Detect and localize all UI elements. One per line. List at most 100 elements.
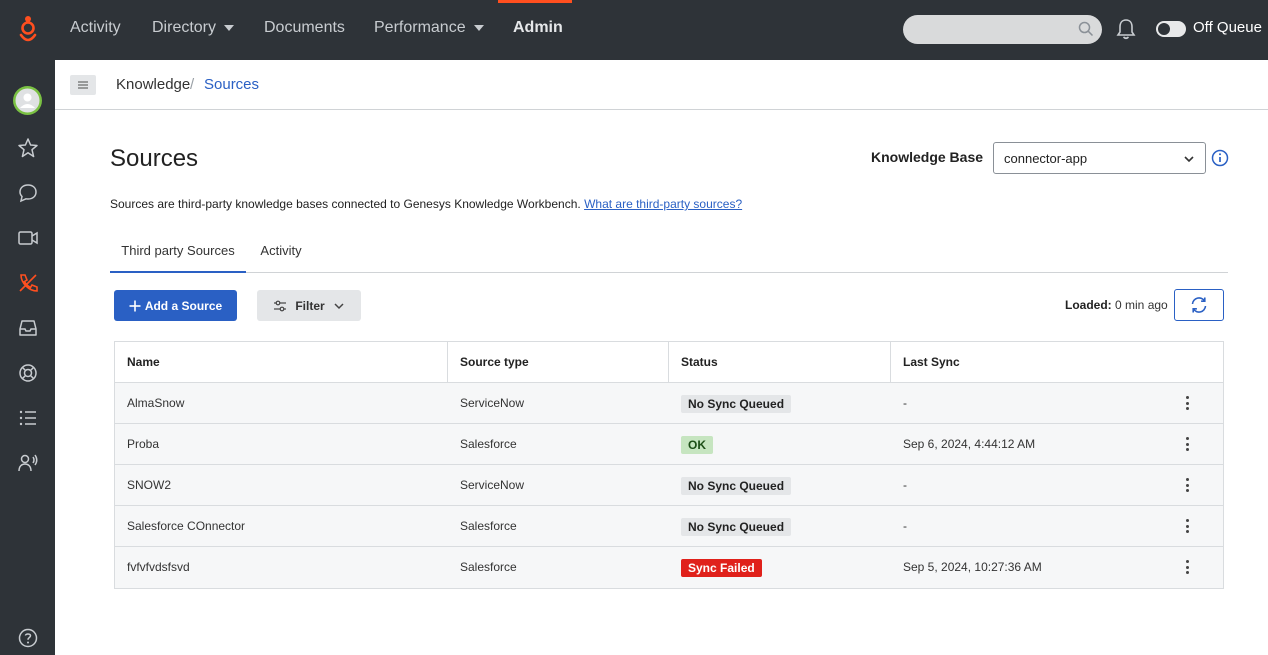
table-row[interactable]: SNOW2 ServiceNow No Sync Queued -	[115, 465, 1223, 506]
hamburger-icon	[78, 81, 88, 89]
queue-status-label: Off Queue	[1193, 19, 1262, 36]
user-voice-icon[interactable]	[15, 450, 41, 476]
nav-admin-label: Admin	[513, 19, 563, 36]
column-header-status[interactable]: Status	[681, 342, 718, 382]
menu-toggle-button[interactable]	[70, 75, 96, 95]
tab-third-party-sources[interactable]: Third party Sources	[110, 232, 246, 273]
row-last-sync: -	[903, 396, 907, 410]
row-status: No Sync Queued	[681, 465, 792, 505]
left-sidebar	[0, 60, 55, 655]
genesys-logo-icon[interactable]	[0, 0, 55, 60]
row-source-type: Salesforce	[460, 437, 517, 451]
loaded-label: Loaded:	[1065, 298, 1112, 312]
toggle-knob	[1158, 23, 1170, 35]
column-header-source-type[interactable]: Source type	[460, 342, 529, 382]
row-source-type: Salesforce	[460, 560, 517, 574]
nav-admin[interactable]: Admin	[513, 0, 563, 60]
kebab-menu-icon[interactable]	[1183, 395, 1191, 411]
page-title: Sources	[110, 145, 199, 172]
breadcrumb-bar: Knowledge / Sources	[55, 60, 1268, 110]
refresh-icon	[1191, 297, 1207, 313]
status-badge: No Sync Queued	[681, 517, 792, 536]
nav-performance-label: Performance	[374, 19, 466, 36]
kebab-menu-icon[interactable]	[1183, 518, 1191, 534]
list-icon[interactable]	[15, 405, 41, 431]
row-name: Salesforce COnnector	[127, 519, 246, 533]
bell-icon[interactable]	[1115, 18, 1137, 45]
info-icon[interactable]	[1211, 149, 1229, 172]
filter-button[interactable]: Filter	[257, 290, 361, 321]
chat-icon[interactable]	[15, 180, 41, 206]
tab-bar: Third party Sources Activity	[110, 232, 1228, 273]
kebab-menu-icon[interactable]	[1183, 436, 1191, 452]
status-badge: No Sync Queued	[681, 394, 792, 413]
nav-documents[interactable]: Documents	[264, 0, 345, 60]
star-icon[interactable]	[15, 135, 41, 161]
chevron-down-icon	[224, 24, 235, 31]
chevron-down-icon	[334, 302, 344, 309]
row-status: Sync Failed	[681, 547, 762, 587]
sources-table: Name Source type Status Last Sync AlmaSn…	[114, 341, 1224, 589]
plus-icon	[129, 300, 141, 311]
add-source-button[interactable]: Add a Source	[114, 290, 237, 321]
table-row[interactable]: Salesforce COnnector Salesforce No Sync …	[115, 506, 1223, 547]
row-status: No Sync Queued	[681, 506, 792, 546]
avatar-icon[interactable]	[13, 86, 42, 115]
status-badge: No Sync Queued	[681, 476, 792, 495]
row-last-sync: -	[903, 519, 907, 533]
loaded-value: 0 min ago	[1115, 298, 1168, 312]
kebab-menu-icon[interactable]	[1183, 477, 1191, 493]
chevron-down-icon	[473, 24, 484, 31]
page-description: Sources are third-party knowledge bases …	[110, 197, 742, 211]
knowledge-base-select[interactable]: connector-app	[993, 142, 1206, 174]
refresh-button[interactable]	[1174, 289, 1224, 321]
inbox-icon[interactable]	[15, 315, 41, 341]
row-last-sync: Sep 5, 2024, 10:27:36 AM	[903, 560, 1042, 574]
add-source-label: Add a Source	[144, 298, 223, 313]
queue-toggle[interactable]	[1156, 21, 1186, 37]
row-last-sync: Sep 6, 2024, 4:44:12 AM	[903, 437, 1036, 451]
knowledge-base-label: Knowledge Base	[871, 149, 984, 165]
nav-documents-label: Documents	[264, 19, 345, 36]
row-name: SNOW2	[127, 478, 172, 492]
third-party-sources-link[interactable]: What are third-party sources?	[584, 197, 742, 211]
help-icon[interactable]	[15, 625, 41, 651]
filter-label: Filter	[295, 298, 325, 313]
row-source-type: ServiceNow	[460, 396, 525, 410]
nav-activity-label: Activity	[70, 19, 121, 36]
row-source-type: Salesforce	[460, 519, 517, 533]
search-icon	[1078, 21, 1094, 42]
active-nav-indicator	[498, 0, 572, 3]
column-divider	[890, 342, 891, 382]
row-source-type: ServiceNow	[460, 478, 525, 492]
nav-directory[interactable]: Directory	[152, 0, 235, 60]
lifebuoy-icon[interactable]	[15, 360, 41, 386]
search-input[interactable]	[903, 15, 1102, 44]
column-header-last-sync[interactable]: Last Sync	[903, 342, 960, 382]
tab-activity[interactable]: Activity	[246, 232, 316, 273]
status-badge: Sync Failed	[681, 558, 762, 577]
breadcrumb-knowledge[interactable]: Knowledge	[116, 76, 190, 93]
phone-icon[interactable]	[15, 270, 41, 296]
knowledge-base-value: connector-app	[1004, 151, 1088, 166]
column-header-name[interactable]: Name	[127, 342, 160, 382]
breadcrumb-sources[interactable]: Sources	[204, 76, 259, 93]
loaded-status: Loaded: 0 min ago	[1065, 298, 1168, 312]
nav-activity[interactable]: Activity	[70, 0, 121, 60]
nav-performance[interactable]: Performance	[374, 0, 484, 60]
table-row[interactable]: fvfvfvdsfsvd Salesforce Sync Failed Sep …	[115, 547, 1223, 588]
row-name: fvfvfvdsfsvd	[127, 560, 190, 574]
table-header-row: Name Source type Status Last Sync	[115, 342, 1223, 383]
nav-directory-label: Directory	[152, 19, 217, 36]
table-row[interactable]: Proba Salesforce OK Sep 6, 2024, 4:44:12…	[115, 424, 1223, 465]
kebab-menu-icon[interactable]	[1183, 559, 1191, 575]
row-name: Proba	[127, 437, 160, 451]
table-row[interactable]: AlmaSnow ServiceNow No Sync Queued -	[115, 383, 1223, 424]
column-divider	[668, 342, 669, 382]
video-icon[interactable]	[15, 225, 41, 251]
column-divider	[447, 342, 448, 382]
row-status: No Sync Queued	[681, 383, 792, 423]
chevron-down-icon	[1183, 152, 1195, 170]
description-text: Sources are third-party knowledge bases …	[110, 197, 581, 211]
row-status: OK	[681, 424, 713, 464]
